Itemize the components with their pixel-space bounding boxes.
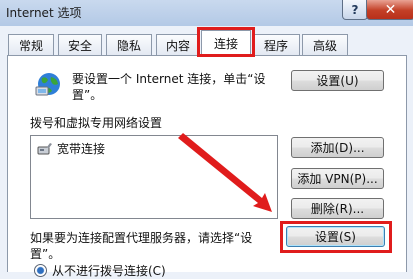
tab-programs[interactable]: 程序 [252,34,300,55]
add-vpn-button[interactable]: 添加 VPN(P)... [291,168,384,189]
proxy-text: 如果要为连接配置代理服务器，请选择“设置”。 [30,231,253,261]
setup-connection-button[interactable]: 设置(U) [291,70,384,91]
never-dial-label: 从不进行拨号连接(C) [52,264,166,278]
title-bar: Internet 选项 ? ✕ [0,0,413,26]
broadband-connection-icon [37,142,52,154]
never-dial-radio[interactable] [34,264,47,277]
tab-general[interactable]: 常规 [8,34,54,55]
settings-highlight-box [280,221,392,253]
tab-highlight-box [197,27,255,57]
tab-content[interactable]: 内容 [156,34,200,55]
help-button[interactable]: ? [342,0,368,20]
connection-listbox[interactable]: 宽带连接 [30,135,278,219]
add-button[interactable]: 添加(D)... [291,137,384,158]
window-title: Internet 选项 [6,6,82,20]
dialup-section-label: 拨号和虚拟专用网络设置 [30,116,163,130]
tab-security[interactable]: 安全 [58,34,102,55]
tab-advanced[interactable]: 高级 [302,34,348,55]
globe-network-icon [35,73,60,96]
list-item-label: 宽带连接 [57,142,106,156]
tab-privacy[interactable]: 隐私 [106,34,152,55]
list-item[interactable]: 宽带连接 [37,140,105,157]
intro-text: 要设置一个 Internet 连接，单击“设置”。 [72,72,266,102]
close-button[interactable]: ✕ [366,0,413,20]
delete-button[interactable]: 删除(R)... [291,198,384,219]
never-dial-radio-row[interactable]: 从不进行拨号连接(C) [34,262,166,279]
